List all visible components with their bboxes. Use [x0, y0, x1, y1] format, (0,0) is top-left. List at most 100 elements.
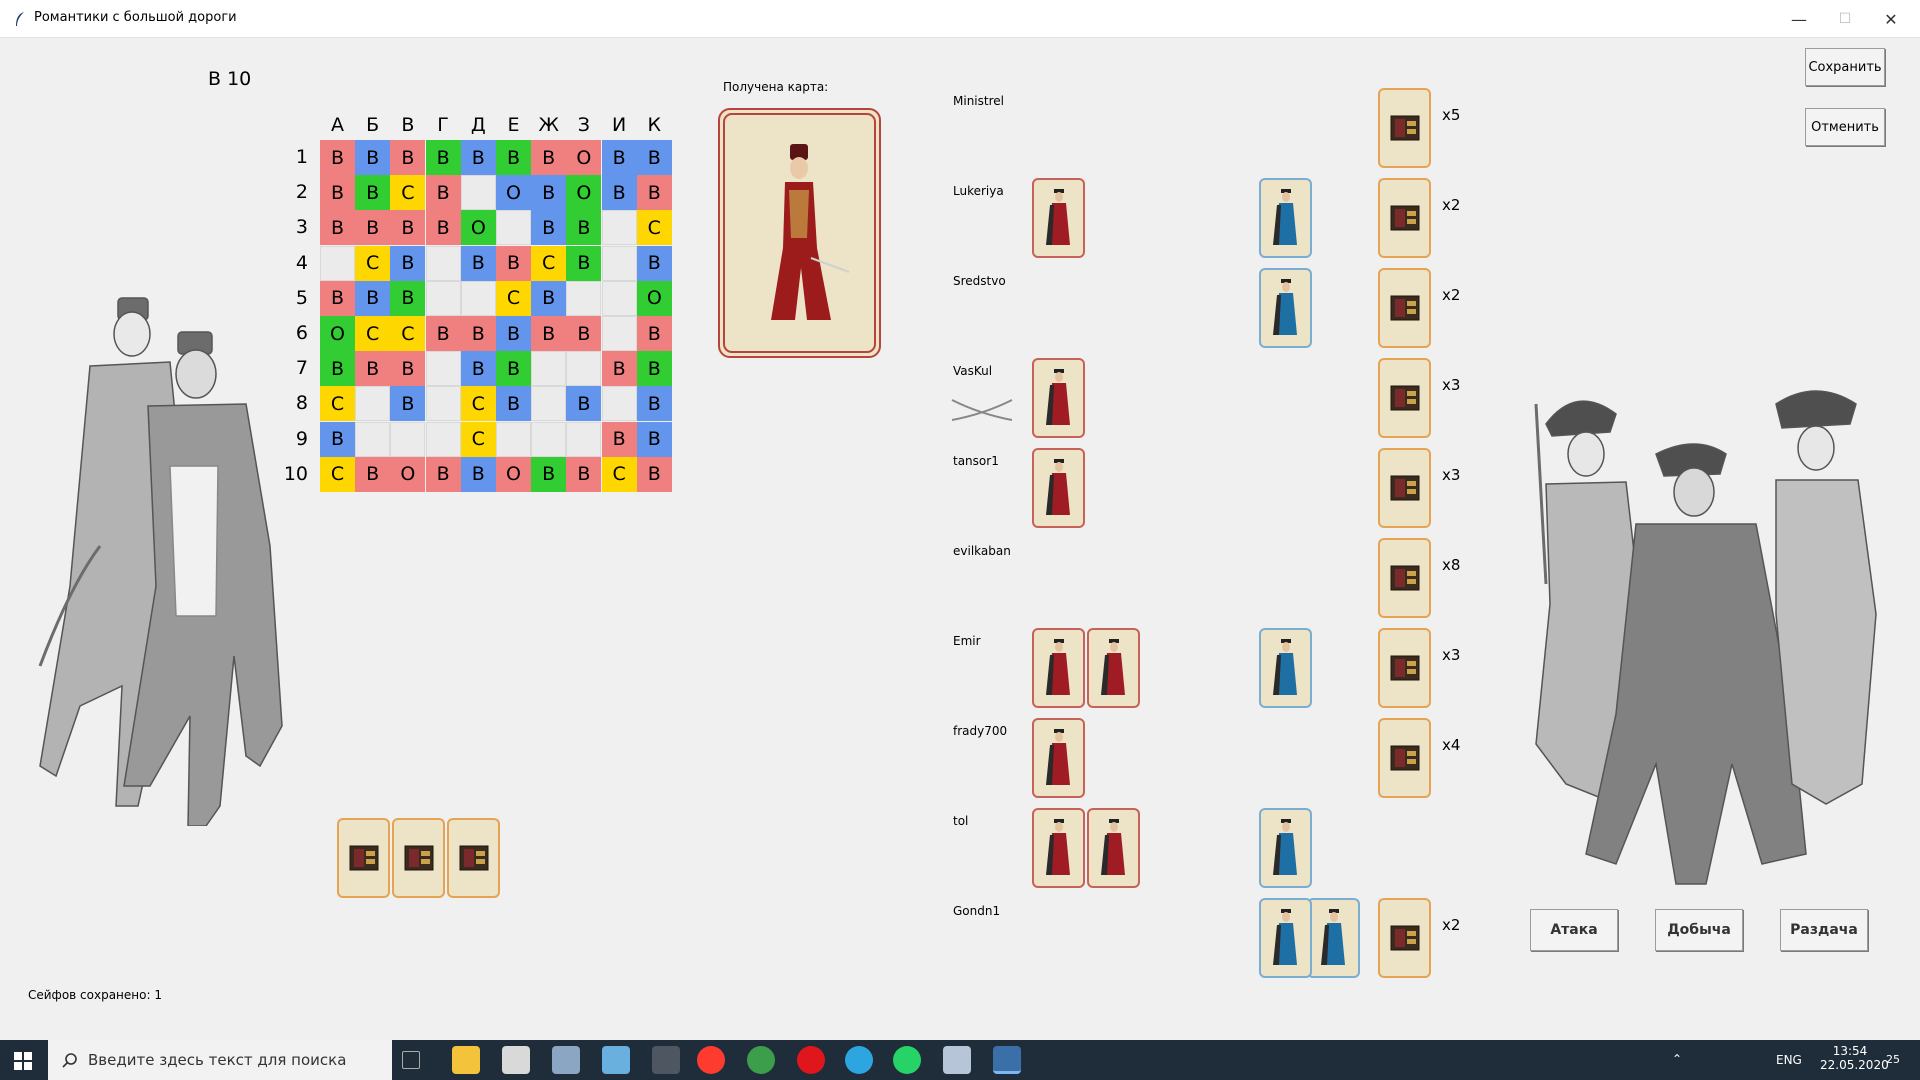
- app-icon-4[interactable]: [943, 1046, 971, 1074]
- grid-cell[interactable]: В: [601, 421, 637, 457]
- grid-cell[interactable]: О: [496, 175, 531, 211]
- grid-cell[interactable]: В: [531, 140, 567, 175]
- grid-cell[interactable]: В: [425, 456, 461, 492]
- taskbar-search-input[interactable]: Введите здесь текст для поиска: [48, 1040, 392, 1080]
- python-icon[interactable]: [993, 1046, 1021, 1074]
- grid-cell[interactable]: В: [531, 456, 567, 492]
- player-safe-card[interactable]: [1378, 538, 1431, 618]
- grid-cell[interactable]: В: [531, 280, 567, 316]
- whatsapp-icon[interactable]: [893, 1046, 921, 1074]
- grid-cell[interactable]: [566, 351, 602, 387]
- player-red-card[interactable]: [1032, 178, 1085, 258]
- tray-chevron-icon[interactable]: ⌃: [1672, 1052, 1682, 1066]
- player-safe-card[interactable]: [1378, 88, 1431, 168]
- grid-cell[interactable]: [425, 421, 461, 457]
- grid-cell[interactable]: В: [636, 351, 672, 387]
- player-red-card[interactable]: [1032, 358, 1085, 438]
- grid-cell[interactable]: В: [496, 351, 531, 387]
- grid-cell[interactable]: С: [355, 316, 391, 351]
- player-safe-card[interactable]: [1378, 448, 1431, 528]
- grid-cell[interactable]: [425, 280, 461, 316]
- grid-cell[interactable]: В: [601, 140, 637, 175]
- grid-cell[interactable]: О: [320, 316, 355, 351]
- minimize-button[interactable]: —: [1776, 0, 1822, 38]
- grid-cell[interactable]: В: [531, 316, 567, 351]
- grid-cell[interactable]: В: [460, 140, 496, 175]
- hand-safe-card[interactable]: [392, 818, 445, 898]
- grid-cell[interactable]: В: [460, 245, 496, 281]
- hand-safe-card[interactable]: [337, 818, 390, 898]
- player-safe-card[interactable]: [1378, 718, 1431, 798]
- grid-cell[interactable]: В: [531, 175, 567, 211]
- player-blue-card[interactable]: [1259, 628, 1312, 708]
- player-blue-card[interactable]: [1259, 268, 1312, 348]
- grid-cell[interactable]: В: [636, 421, 672, 457]
- grid-cell[interactable]: [601, 386, 637, 422]
- cancel-button[interactable]: Отменить: [1805, 108, 1885, 146]
- grid-cell[interactable]: В: [496, 245, 531, 281]
- grid-cell[interactable]: В: [355, 175, 391, 211]
- player-red-card[interactable]: [1087, 808, 1140, 888]
- grid-cell[interactable]: О: [566, 175, 602, 211]
- grid-cell[interactable]: С: [355, 245, 391, 281]
- grid-cell[interactable]: В: [320, 175, 355, 211]
- grid-cell[interactable]: С: [390, 316, 426, 351]
- grid-cell[interactable]: О: [566, 140, 602, 175]
- grid-cell[interactable]: В: [460, 316, 496, 351]
- grid-cell[interactable]: [566, 421, 602, 457]
- player-safe-card[interactable]: [1378, 178, 1431, 258]
- grid-cell[interactable]: В: [320, 140, 355, 175]
- grid-cell[interactable]: В: [496, 386, 531, 422]
- task-view-icon[interactable]: [402, 1051, 420, 1069]
- grid-cell[interactable]: О: [496, 456, 531, 492]
- grid-cell[interactable]: С: [320, 386, 355, 422]
- grid-cell[interactable]: С: [531, 245, 567, 281]
- grid-cell[interactable]: [425, 351, 461, 387]
- grid-cell[interactable]: С: [390, 175, 426, 211]
- close-button[interactable]: ✕: [1868, 0, 1914, 38]
- grid-cell[interactable]: В: [636, 245, 672, 281]
- grid-cell[interactable]: В: [460, 351, 496, 387]
- player-blue-card[interactable]: [1259, 808, 1312, 888]
- grid-cell[interactable]: [566, 280, 602, 316]
- grid-cell[interactable]: В: [425, 316, 461, 351]
- grid-cell[interactable]: В: [636, 386, 672, 422]
- calculator-icon[interactable]: [502, 1046, 530, 1074]
- windows-start-icon[interactable]: [14, 1052, 32, 1070]
- grid-cell[interactable]: В: [390, 386, 426, 422]
- chrome-icon[interactable]: [747, 1046, 775, 1074]
- grid-cell[interactable]: В: [390, 245, 426, 281]
- grid-cell[interactable]: В: [531, 210, 567, 246]
- grid-cell[interactable]: [355, 421, 391, 457]
- grid-cell[interactable]: В: [355, 210, 391, 246]
- notification-count[interactable]: 25: [1886, 1053, 1900, 1066]
- grid-cell[interactable]: [531, 421, 567, 457]
- grid-cell[interactable]: С: [496, 280, 531, 316]
- grid-cell[interactable]: В: [320, 351, 355, 387]
- player-blue-card[interactable]: [1307, 898, 1360, 978]
- yandex-browser-icon[interactable]: [697, 1046, 725, 1074]
- grid-cell[interactable]: С: [320, 456, 355, 492]
- telegram-icon[interactable]: [845, 1046, 873, 1074]
- grid-cell[interactable]: О: [390, 456, 426, 492]
- player-blue-card[interactable]: [1259, 178, 1312, 258]
- grid-cell[interactable]: С: [636, 210, 672, 246]
- grid-cell[interactable]: В: [636, 140, 672, 175]
- grid-cell[interactable]: В: [320, 421, 355, 457]
- grid-cell[interactable]: В: [425, 140, 461, 175]
- file-explorer-icon[interactable]: [452, 1046, 480, 1074]
- player-red-card[interactable]: [1032, 808, 1085, 888]
- hand-safe-card[interactable]: [447, 818, 500, 898]
- grid-cell[interactable]: В: [496, 140, 531, 175]
- player-red-card[interactable]: [1032, 448, 1085, 528]
- grid-cell[interactable]: [601, 245, 637, 281]
- grid-cell[interactable]: [601, 280, 637, 316]
- grid-cell[interactable]: В: [601, 175, 637, 211]
- language-indicator[interactable]: ENG: [1776, 1053, 1802, 1067]
- player-safe-card[interactable]: [1378, 628, 1431, 708]
- grid-cell[interactable]: С: [601, 456, 637, 492]
- grid-cell[interactable]: О: [460, 210, 496, 246]
- grid-cell[interactable]: В: [566, 210, 602, 246]
- clock[interactable]: 13:54 22.05.2020: [1820, 1044, 1889, 1072]
- player-red-card[interactable]: [1032, 718, 1085, 798]
